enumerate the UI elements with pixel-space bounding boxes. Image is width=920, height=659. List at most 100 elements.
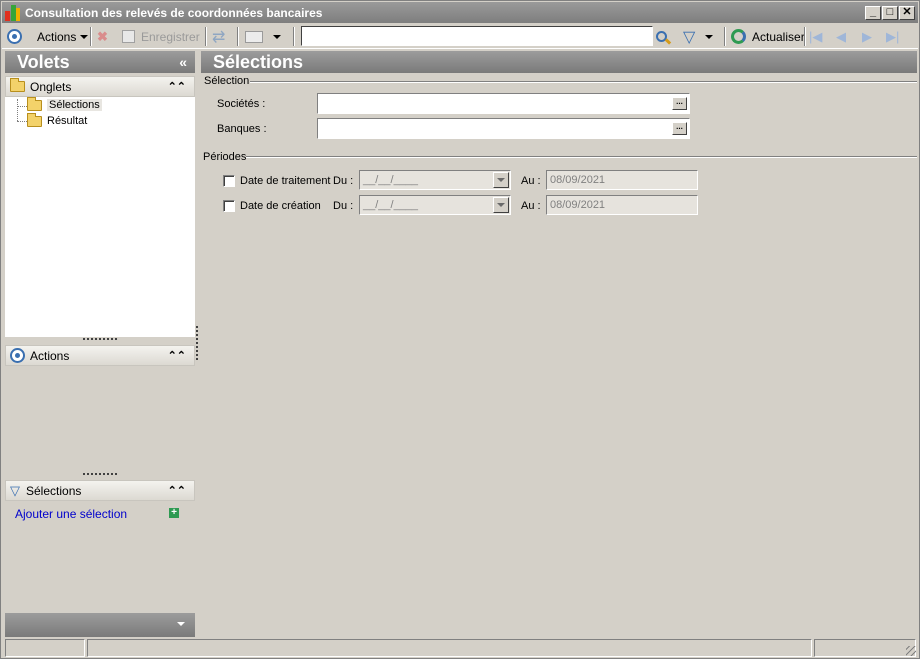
chevron-down-icon[interactable]: [493, 172, 509, 188]
banques-browse-button[interactable]: ...: [672, 122, 687, 135]
next-record-button[interactable]: ▶: [862, 27, 872, 46]
du-label: Du :: [333, 175, 354, 187]
date-creation-from-picker[interactable]: __/__/____: [359, 195, 511, 215]
societes-field[interactable]: ...: [317, 93, 690, 114]
delete-button[interactable]: ✖: [97, 27, 108, 46]
actions-icon: [10, 348, 25, 363]
societes-browse-button[interactable]: ...: [672, 97, 687, 110]
refresh-icon: [731, 29, 746, 44]
filter-button[interactable]: ▽: [683, 27, 714, 46]
pane-footer: [5, 613, 195, 637]
onglets-section-header[interactable]: Onglets ⌃⌃: [5, 76, 195, 97]
toolbar-separator: [205, 27, 207, 46]
volets-title: Volets: [17, 52, 70, 72]
date-from-value: __/__/____: [363, 174, 419, 186]
pane-menu-icon[interactable]: [177, 622, 185, 626]
tree-item-label: Résultat: [47, 115, 88, 127]
maximize-button[interactable]: □: [882, 6, 898, 20]
window-title: Consultation des relevés de coordonnées …: [25, 6, 323, 20]
first-record-button[interactable]: |◀: [809, 27, 822, 46]
add-icon[interactable]: +: [169, 508, 179, 518]
selections-title: Sélections: [26, 483, 82, 498]
banques-field[interactable]: ...: [317, 118, 690, 139]
synchronize-button[interactable]: ⇄: [212, 27, 225, 46]
onglets-title: Onglets: [30, 79, 72, 94]
date-traitement-from-picker[interactable]: __/__/____: [359, 170, 511, 190]
previous-record-button[interactable]: ◀: [836, 27, 846, 46]
toolbar-separator: [237, 27, 239, 46]
volets-pane: Volets « Onglets ⌃⌃ Sélections Résultat …: [5, 51, 195, 637]
open-folder-icon: [27, 96, 42, 111]
actions-section-header[interactable]: Actions ⌃⌃: [5, 345, 195, 366]
banques-label: Banques :: [217, 123, 267, 135]
page-title: Sélections: [213, 52, 304, 72]
tree-item-label: Sélections: [47, 99, 102, 111]
search-input[interactable]: [301, 26, 653, 46]
app-logo-icon: [5, 5, 21, 21]
close-button[interactable]: ✕: [899, 6, 915, 20]
section-resize-grip[interactable]: [83, 473, 117, 476]
date-creation-checkbox[interactable]: [223, 200, 235, 212]
pane-splitter[interactable]: [196, 326, 198, 360]
au-label: Au :: [521, 175, 541, 187]
toolbar-separator: [293, 27, 295, 46]
section-resize-grip[interactable]: [83, 338, 117, 341]
last-record-button[interactable]: ▶|: [886, 27, 899, 46]
group-divider: [250, 81, 917, 83]
toolbar: Actions ✖ Enregistrer ⇄ ▽ Actualiser |◀ …: [2, 24, 918, 49]
collapse-pane-button[interactable]: «: [179, 51, 187, 73]
tree-item-resultat[interactable]: Résultat: [27, 112, 88, 127]
toolbar-separator: [90, 27, 92, 46]
refresh-button[interactable]: Actualiser: [731, 27, 805, 46]
sync-icon: ⇄: [212, 28, 226, 46]
tree-item-selections[interactable]: Sélections: [27, 96, 102, 111]
periodes-group-label: Périodes: [203, 151, 247, 163]
chevron-down-icon: [705, 34, 714, 39]
first-icon: |◀: [809, 28, 823, 44]
save-button[interactable]: Enregistrer: [122, 27, 200, 46]
filter-icon: ▽: [683, 28, 696, 46]
toolbar-separator: [804, 27, 806, 46]
actions-menu-label: Actions: [37, 29, 77, 44]
date-creation-to-field[interactable]: 08/09/2021: [546, 195, 698, 215]
date-to-value: 08/09/2021: [550, 174, 606, 186]
main-header: Sélections: [201, 51, 917, 73]
folder-icon: [10, 78, 25, 92]
delete-icon: ✖: [97, 28, 108, 44]
collapse-section-icon[interactable]: ⌃⌃: [168, 484, 186, 497]
selection-group-label: Sélection: [204, 75, 250, 87]
chevron-down-icon: [273, 34, 281, 39]
collapse-section-icon[interactable]: ⌃⌃: [168, 349, 186, 362]
date-traitement-label: Date de traitement: [240, 175, 331, 187]
filter-icon: ▽: [10, 482, 20, 498]
societes-label: Sociétés :: [217, 98, 266, 110]
add-selection-link[interactable]: Ajouter une sélection: [15, 507, 127, 521]
printer-icon: [245, 30, 263, 43]
search-button[interactable]: [656, 27, 672, 46]
group-divider: [246, 156, 917, 158]
title-bar[interactable]: Consultation des relevés de coordonnées …: [2, 2, 918, 23]
chevron-down-icon: [80, 34, 89, 39]
date-from-value: __/__/____: [363, 199, 419, 211]
print-button[interactable]: [245, 27, 281, 46]
status-cell: [5, 639, 85, 657]
collapse-section-icon[interactable]: ⌃⌃: [168, 80, 186, 93]
selections-section-header[interactable]: ▽ Sélections ⌃⌃: [5, 480, 195, 501]
next-icon: ▶: [862, 28, 872, 44]
date-to-value: 08/09/2021: [550, 199, 606, 211]
resize-grip[interactable]: [906, 646, 916, 656]
date-traitement-to-field[interactable]: 08/09/2021: [546, 170, 698, 190]
date-traitement-checkbox[interactable]: [223, 175, 235, 187]
actions-menu-button[interactable]: Actions: [7, 27, 89, 46]
chevron-down-icon[interactable]: [493, 197, 509, 213]
previous-icon: ◀: [836, 28, 846, 44]
application-window: Consultation des relevés de coordonnées …: [0, 0, 920, 659]
save-label: Enregistrer: [141, 29, 200, 44]
volets-header: Volets «: [5, 51, 195, 73]
save-icon: [122, 30, 135, 43]
onglets-tree: Sélections Résultat: [5, 96, 195, 337]
minimize-button[interactable]: _: [865, 6, 881, 20]
au-label: Au :: [521, 200, 541, 212]
du-label: Du :: [333, 200, 354, 212]
date-creation-label: Date de création: [240, 200, 321, 212]
